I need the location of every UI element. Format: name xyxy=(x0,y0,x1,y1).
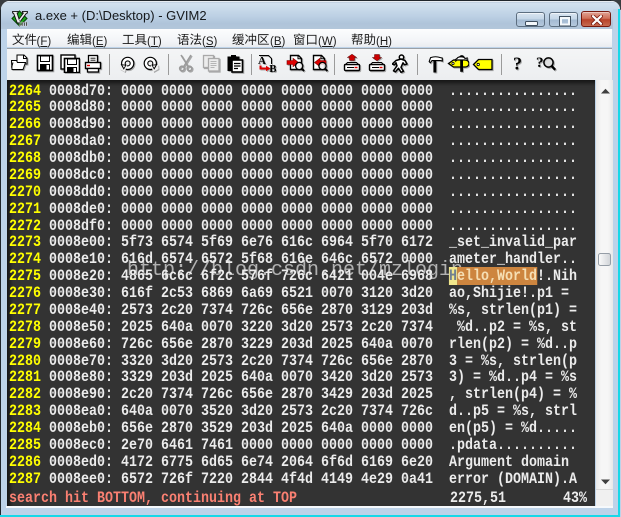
svg-text:A: A xyxy=(258,55,266,67)
svg-text:?: ? xyxy=(513,54,522,73)
svg-text:B: B xyxy=(269,63,276,73)
svg-text:?: ? xyxy=(536,55,544,71)
svg-text:im: im xyxy=(19,19,28,27)
